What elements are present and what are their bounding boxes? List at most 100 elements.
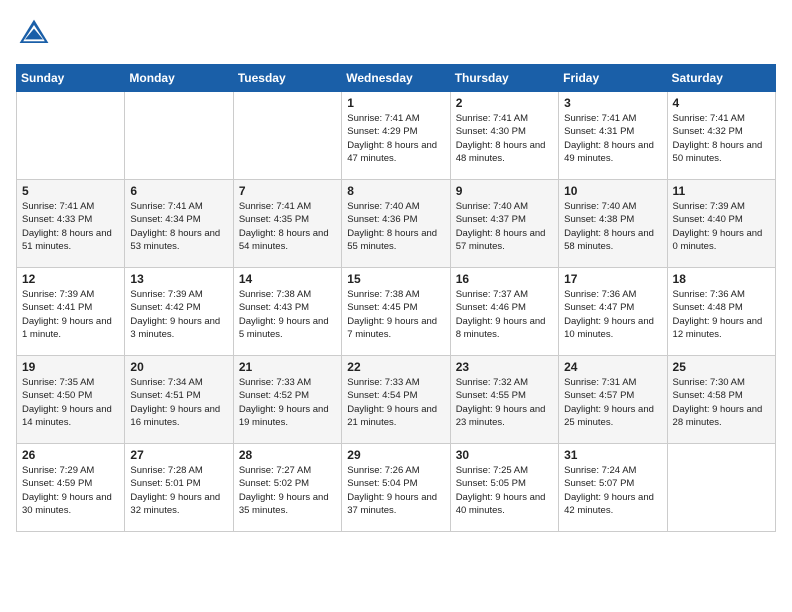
calendar-cell <box>17 92 125 180</box>
day-number: 14 <box>239 272 336 286</box>
calendar-cell: 25Sunrise: 7:30 AM Sunset: 4:58 PM Dayli… <box>667 356 775 444</box>
column-header-friday: Friday <box>559 65 667 92</box>
calendar-cell: 2Sunrise: 7:41 AM Sunset: 4:30 PM Daylig… <box>450 92 558 180</box>
day-number: 17 <box>564 272 661 286</box>
day-number: 28 <box>239 448 336 462</box>
day-number: 24 <box>564 360 661 374</box>
cell-text: Sunrise: 7:36 AM Sunset: 4:48 PM Dayligh… <box>673 288 770 341</box>
day-number: 21 <box>239 360 336 374</box>
day-number: 26 <box>22 448 119 462</box>
cell-text: Sunrise: 7:41 AM Sunset: 4:31 PM Dayligh… <box>564 112 661 165</box>
calendar-cell: 24 Sunrise: 7:31 AM Sunset: 4:57 PM Dayli… <box>559 356 667 444</box>
cell-text: Sunrise: 7:34 AM Sunset: 4:51 PM Dayligh… <box>130 376 227 429</box>
cell-text: Sunrise: 7:41 AM Sunset: 4:33 PM Dayligh… <box>22 200 119 253</box>
cell-text: Sunrise: 7:38 AM Sunset: 4:43 PM Dayligh… <box>239 288 336 341</box>
cell-text: Sunrise: 7:24 AM Sunset: 5:07 PM Dayligh… <box>564 464 661 517</box>
cell-text: Sunrise: 7:36 AM Sunset: 4:47 PM Dayligh… <box>564 288 661 341</box>
cell-text: Sunrise: 7:39 AM Sunset: 4:40 PM Dayligh… <box>673 200 770 253</box>
week-row-1: 5 Sunrise: 7:41 AM Sunset: 4:33 PM Daylig… <box>17 180 776 268</box>
calendar-table: SundayMondayTuesdayWednesdayThursdayFrid… <box>16 64 776 532</box>
day-number: 11 <box>673 184 770 198</box>
day-number: 23 <box>456 360 553 374</box>
column-header-wednesday: Wednesday <box>342 65 450 92</box>
cell-text: Sunrise: 7:29 AM Sunset: 4:59 PM Dayligh… <box>22 464 119 517</box>
calendar-cell: 29Sunrise: 7:26 AM Sunset: 5:04 PM Dayli… <box>342 444 450 532</box>
cell-text: Sunrise: 7:32 AM Sunset: 4:55 PM Dayligh… <box>456 376 553 429</box>
day-number: 27 <box>130 448 227 462</box>
calendar-cell: 14 Sunrise: 7:38 AM Sunset: 4:43 PM Dayli… <box>233 268 341 356</box>
calendar-cell: 18 Sunrise: 7:36 AM Sunset: 4:48 PM Dayli… <box>667 268 775 356</box>
calendar-cell: 30 Sunrise: 7:25 AM Sunset: 5:05 PM Dayli… <box>450 444 558 532</box>
cell-text: Sunrise: 7:41 AM Sunset: 4:34 PM Dayligh… <box>130 200 227 253</box>
day-number: 5 <box>22 184 119 198</box>
calendar-cell: 28 Sunrise: 7:27 AM Sunset: 5:02 PM Dayli… <box>233 444 341 532</box>
calendar-cell: 7 Sunrise: 7:41 AM Sunset: 4:35 PM Daylig… <box>233 180 341 268</box>
calendar-cell: 17 Sunrise: 7:36 AM Sunset: 4:47 PM Dayli… <box>559 268 667 356</box>
day-number: 22 <box>347 360 444 374</box>
page-header <box>16 16 776 52</box>
calendar-cell: 8Sunrise: 7:40 AM Sunset: 4:36 PM Daylig… <box>342 180 450 268</box>
calendar-cell <box>667 444 775 532</box>
column-header-sunday: Sunday <box>17 65 125 92</box>
cell-text: Sunrise: 7:35 AM Sunset: 4:50 PM Dayligh… <box>22 376 119 429</box>
cell-text: Sunrise: 7:39 AM Sunset: 4:41 PM Dayligh… <box>22 288 119 341</box>
calendar-cell: 9Sunrise: 7:40 AM Sunset: 4:37 PM Daylig… <box>450 180 558 268</box>
day-number: 15 <box>347 272 444 286</box>
calendar-cell: 22 Sunrise: 7:33 AM Sunset: 4:54 PM Dayli… <box>342 356 450 444</box>
calendar-cell: 3 Sunrise: 7:41 AM Sunset: 4:31 PM Daylig… <box>559 92 667 180</box>
week-row-4: 26 Sunrise: 7:29 AM Sunset: 4:59 PM Dayli… <box>17 444 776 532</box>
calendar-cell: 23 Sunrise: 7:32 AM Sunset: 4:55 PM Dayli… <box>450 356 558 444</box>
calendar-cell: 16 Sunrise: 7:37 AM Sunset: 4:46 PM Dayli… <box>450 268 558 356</box>
day-number: 3 <box>564 96 661 110</box>
cell-text: Sunrise: 7:41 AM Sunset: 4:32 PM Dayligh… <box>673 112 770 165</box>
cell-text: Sunrise: 7:31 AM Sunset: 4:57 PM Dayligh… <box>564 376 661 429</box>
header-row: SundayMondayTuesdayWednesdayThursdayFrid… <box>17 65 776 92</box>
calendar-cell: 19Sunrise: 7:35 AM Sunset: 4:50 PM Dayli… <box>17 356 125 444</box>
calendar-cell: 31 Sunrise: 7:24 AM Sunset: 5:07 PM Dayli… <box>559 444 667 532</box>
column-header-thursday: Thursday <box>450 65 558 92</box>
week-row-0: 1 Sunrise: 7:41 AM Sunset: 4:29 PM Daylig… <box>17 92 776 180</box>
logo-icon <box>16 16 52 52</box>
calendar-cell: 12 Sunrise: 7:39 AM Sunset: 4:41 PM Dayli… <box>17 268 125 356</box>
calendar-cell: 26 Sunrise: 7:29 AM Sunset: 4:59 PM Dayli… <box>17 444 125 532</box>
day-number: 6 <box>130 184 227 198</box>
calendar-cell: 6 Sunrise: 7:41 AM Sunset: 4:34 PM Daylig… <box>125 180 233 268</box>
cell-text: Sunrise: 7:41 AM Sunset: 4:35 PM Dayligh… <box>239 200 336 253</box>
calendar-cell <box>125 92 233 180</box>
calendar-cell: 5 Sunrise: 7:41 AM Sunset: 4:33 PM Daylig… <box>17 180 125 268</box>
day-number: 18 <box>673 272 770 286</box>
cell-text: Sunrise: 7:26 AM Sunset: 5:04 PM Dayligh… <box>347 464 444 517</box>
week-row-2: 12 Sunrise: 7:39 AM Sunset: 4:41 PM Dayli… <box>17 268 776 356</box>
day-number: 1 <box>347 96 444 110</box>
cell-text: Sunrise: 7:27 AM Sunset: 5:02 PM Dayligh… <box>239 464 336 517</box>
day-number: 30 <box>456 448 553 462</box>
calendar-cell: 20 Sunrise: 7:34 AM Sunset: 4:51 PM Dayli… <box>125 356 233 444</box>
cell-text: Sunrise: 7:41 AM Sunset: 4:29 PM Dayligh… <box>347 112 444 165</box>
cell-text: Sunrise: 7:37 AM Sunset: 4:46 PM Dayligh… <box>456 288 553 341</box>
day-number: 10 <box>564 184 661 198</box>
day-number: 31 <box>564 448 661 462</box>
calendar-cell: 10 Sunrise: 7:40 AM Sunset: 4:38 PM Dayli… <box>559 180 667 268</box>
day-number: 20 <box>130 360 227 374</box>
calendar-cell: 21 Sunrise: 7:33 AM Sunset: 4:52 PM Dayli… <box>233 356 341 444</box>
cell-text: Sunrise: 7:25 AM Sunset: 5:05 PM Dayligh… <box>456 464 553 517</box>
calendar-cell: 1 Sunrise: 7:41 AM Sunset: 4:29 PM Daylig… <box>342 92 450 180</box>
day-number: 16 <box>456 272 553 286</box>
calendar-cell: 4 Sunrise: 7:41 AM Sunset: 4:32 PM Daylig… <box>667 92 775 180</box>
calendar-cell <box>233 92 341 180</box>
cell-text: Sunrise: 7:39 AM Sunset: 4:42 PM Dayligh… <box>130 288 227 341</box>
day-number: 12 <box>22 272 119 286</box>
day-number: 13 <box>130 272 227 286</box>
day-number: 9 <box>456 184 553 198</box>
column-header-tuesday: Tuesday <box>233 65 341 92</box>
cell-text: Sunrise: 7:33 AM Sunset: 4:52 PM Dayligh… <box>239 376 336 429</box>
cell-text: Sunrise: 7:33 AM Sunset: 4:54 PM Dayligh… <box>347 376 444 429</box>
cell-text: Sunrise: 7:40 AM Sunset: 4:38 PM Dayligh… <box>564 200 661 253</box>
day-number: 2 <box>456 96 553 110</box>
day-number: 4 <box>673 96 770 110</box>
column-header-saturday: Saturday <box>667 65 775 92</box>
cell-text: Sunrise: 7:28 AM Sunset: 5:01 PM Dayligh… <box>130 464 227 517</box>
cell-text: Sunrise: 7:38 AM Sunset: 4:45 PM Dayligh… <box>347 288 444 341</box>
day-number: 7 <box>239 184 336 198</box>
calendar-cell: 11 Sunrise: 7:39 AM Sunset: 4:40 PM Dayli… <box>667 180 775 268</box>
